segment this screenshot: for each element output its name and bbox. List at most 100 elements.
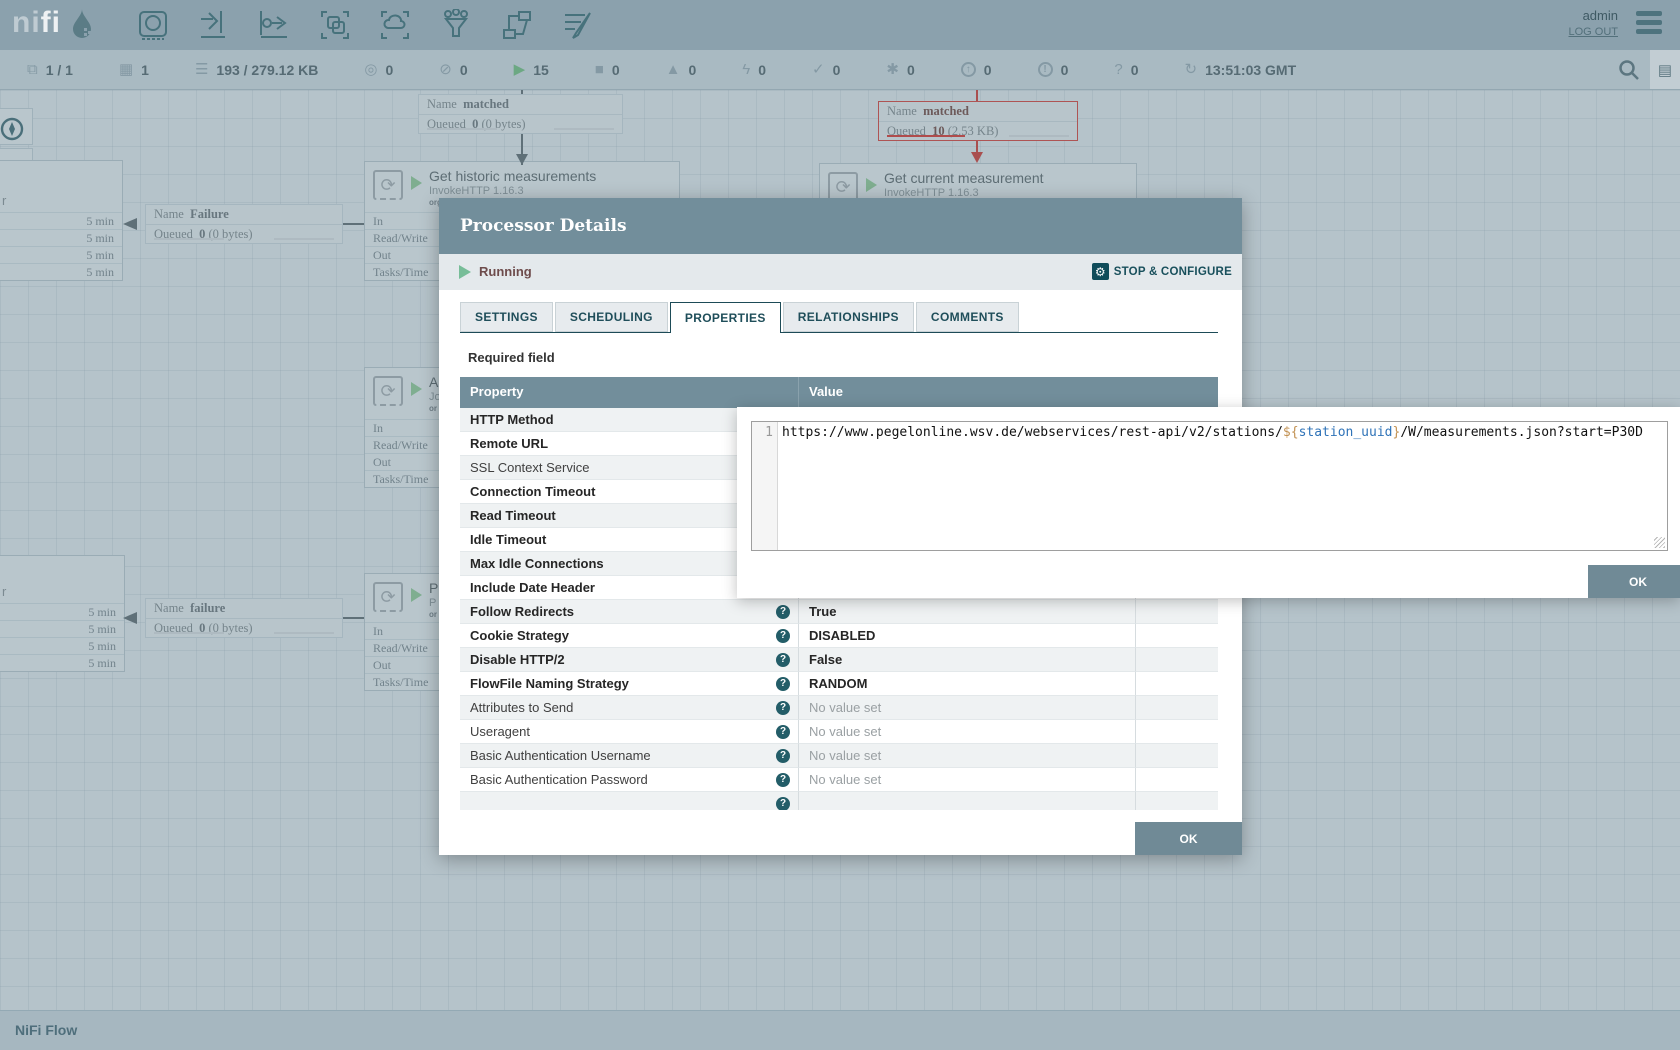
last-refresh-time: 13:51:03 GMT xyxy=(1205,62,1296,78)
dialog-tabbar: SETTINGSSCHEDULINGPROPERTIESRELATIONSHIP… xyxy=(460,302,1218,333)
funnel-icon[interactable] xyxy=(440,9,472,41)
status-count: 1 xyxy=(141,62,149,78)
tab-comments[interactable]: COMMENTS xyxy=(916,302,1019,332)
process-group-icon[interactable] xyxy=(319,9,351,41)
bulletin-board-icon[interactable]: ▤ xyxy=(1650,50,1680,89)
property-extra-cell xyxy=(1135,768,1218,792)
output-port-icon[interactable] xyxy=(258,9,290,41)
help-icon[interactable]: ? xyxy=(776,701,790,715)
dialog-ok-button[interactable]: OK xyxy=(1135,822,1242,855)
line-number-gutter: 1 xyxy=(752,422,778,550)
processor-stats: 5 min 5 min 5 min 5 min xyxy=(0,603,124,671)
column-header-value: Value xyxy=(798,377,1135,408)
status-count: 1 / 1 xyxy=(46,62,73,78)
help-icon[interactable]: ? xyxy=(776,677,790,691)
app-header: nifi admin LOG OUT xyxy=(0,0,1680,50)
connection-label-failure-top[interactable]: Name Failure Queued 0 (0 bytes) xyxy=(145,204,343,244)
running-icon: ▶ xyxy=(514,62,526,77)
nifi-logo: nifi xyxy=(12,6,94,40)
stale-icon: ↑ xyxy=(961,62,976,77)
stop-and-configure-button[interactable]: ⚙ STOP & CONFIGURE xyxy=(1092,263,1232,280)
property-row: Attributes to Send?No value set xyxy=(460,696,1218,720)
processor-name-fragment: r xyxy=(2,193,6,208)
status-count: 0 xyxy=(460,62,468,78)
property-extra-cell xyxy=(1135,648,1218,672)
processor-top-left[interactable]: r 5 min 5 min 5 min 5 min xyxy=(0,160,123,281)
status-count: 0 xyxy=(612,62,620,78)
property-name: Disable HTTP/2? xyxy=(460,648,798,672)
navigate-palette[interactable] xyxy=(0,108,33,145)
running-triangle-icon xyxy=(866,178,877,192)
flow-status-bar: ⧉1 / 1▦1☰193 / 279.12 KB◎0⊘0▶15■0▲0ϟ0✓0✱… xyxy=(0,50,1680,90)
processor-icon: ⟳ xyxy=(373,376,403,406)
processor-bottom-left[interactable]: r 5 min 5 min 5 min 5 min xyxy=(0,555,125,672)
processor-name: A xyxy=(429,374,438,390)
remote-process-group-icon[interactable] xyxy=(379,9,411,41)
status-item-transmitting: ◎0 xyxy=(364,62,393,78)
property-extra-cell xyxy=(1135,624,1218,648)
running-triangle-icon xyxy=(411,176,422,190)
connection-wire[interactable] xyxy=(343,223,364,225)
help-icon[interactable]: ? xyxy=(776,605,790,619)
status-item-queued-list: ☰193 / 279.12 KB xyxy=(195,62,318,78)
property-name: Cookie Strategy? xyxy=(460,624,798,648)
help-icon[interactable]: ? xyxy=(776,653,790,667)
property-extra-cell xyxy=(1135,720,1218,744)
tab-scheduling[interactable]: SCHEDULING xyxy=(555,302,668,332)
property-row: FlowFile Naming Strategy?RANDOM xyxy=(460,672,1218,696)
global-menu-icon[interactable] xyxy=(1636,11,1662,35)
property-value[interactable]: No value set xyxy=(798,768,1135,792)
logout-link[interactable]: LOG OUT xyxy=(1568,26,1618,38)
property-row: Disable HTTP/2?False xyxy=(460,648,1218,672)
label-icon[interactable] xyxy=(562,9,594,41)
connection-label-matched-top[interactable]: Name matched Queued 0 (0 bytes) xyxy=(418,94,623,134)
tab-properties[interactable]: PROPERTIES xyxy=(670,302,781,333)
processor-icon: ⟳ xyxy=(373,582,403,612)
property-row: Useragent?No value set xyxy=(460,720,1218,744)
value-editor-text[interactable]: https://www.pegelonline.wsv.de/webservic… xyxy=(778,422,1667,550)
refresh-icon[interactable]: ↻ xyxy=(1185,62,1198,77)
property-row: Cookie Strategy?DISABLED xyxy=(460,624,1218,648)
property-value[interactable]: DISABLED xyxy=(798,624,1135,648)
tab-relationships[interactable]: RELATIONSHIPS xyxy=(783,302,914,332)
status-count: 0 xyxy=(758,62,766,78)
search-icon[interactable] xyxy=(1618,59,1640,81)
help-icon[interactable]: ? xyxy=(776,725,790,739)
connection-label-matched-alert[interactable]: Name matched Queued 10 (2.53 KB) xyxy=(878,101,1078,141)
property-name: Attributes to Send? xyxy=(460,696,798,720)
help-icon[interactable]: ? xyxy=(776,749,790,763)
help-icon[interactable]: ? xyxy=(776,629,790,643)
dialog-status-bar: Running ⚙ STOP & CONFIGURE xyxy=(439,254,1242,290)
template-icon[interactable] xyxy=(501,9,533,41)
processor-stats: 5 min 5 min 5 min 5 min xyxy=(0,212,122,280)
resize-handle[interactable] xyxy=(1654,537,1665,548)
property-row: ? xyxy=(460,792,1218,810)
refresh-status[interactable]: ↻ 13:51:03 GMT xyxy=(1185,62,1297,78)
property-name: Follow Redirects? xyxy=(460,600,798,624)
processor-bundle: or xyxy=(429,404,437,413)
property-value[interactable]: No value set xyxy=(798,696,1135,720)
help-icon[interactable]: ? xyxy=(776,797,790,810)
connection-arrow xyxy=(516,154,528,165)
property-value[interactable]: RANDOM xyxy=(798,672,1135,696)
input-port-icon[interactable] xyxy=(197,9,229,41)
property-value[interactable]: No value set xyxy=(798,744,1135,768)
help-icon[interactable]: ? xyxy=(776,773,790,787)
value-editor[interactable]: 1 https://www.pegelonline.wsv.de/webserv… xyxy=(751,421,1668,551)
property-value[interactable]: No value set xyxy=(798,720,1135,744)
processor-type: InvokeHTTP 1.16.3 xyxy=(429,185,524,197)
value-viewer-ok-button[interactable]: OK xyxy=(1588,565,1680,598)
status-item-invalid: ▲0 xyxy=(666,62,697,78)
breadcrumb[interactable]: NiFi Flow xyxy=(15,1022,77,1038)
connection-label-failure-bottom[interactable]: Name failure Queued 0 (0 bytes) xyxy=(145,598,343,638)
status-item-running: ▶15 xyxy=(514,62,549,78)
connection-wire[interactable] xyxy=(343,617,364,619)
property-extra-cell xyxy=(1135,600,1218,624)
property-row: Basic Authentication Password?No value s… xyxy=(460,768,1218,792)
status-count: 0 xyxy=(907,62,915,78)
property-value[interactable]: False xyxy=(798,648,1135,672)
processor-icon[interactable] xyxy=(137,9,169,41)
tab-settings[interactable]: SETTINGS xyxy=(460,302,553,332)
property-value[interactable]: True xyxy=(798,600,1135,624)
property-value[interactable] xyxy=(798,792,1135,810)
